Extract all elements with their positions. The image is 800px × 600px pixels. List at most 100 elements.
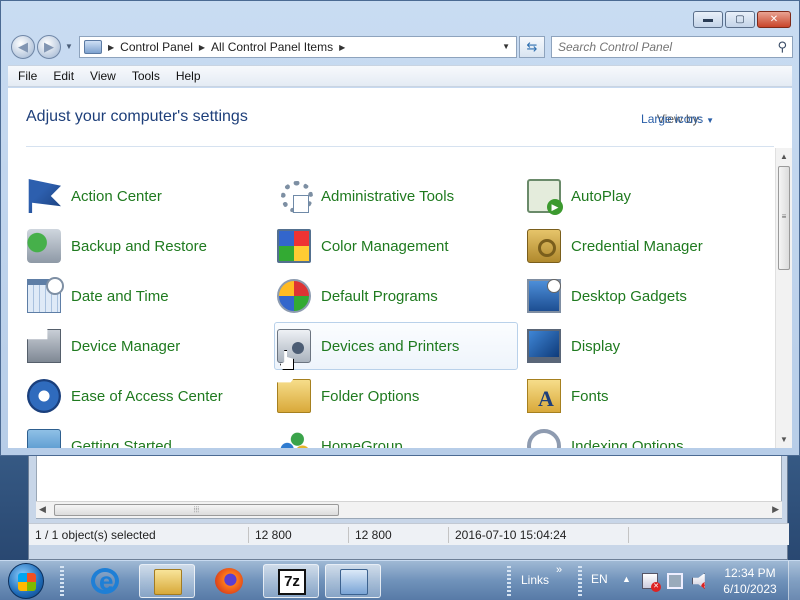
item-label[interactable]: Action Center xyxy=(71,188,162,205)
search-box[interactable]: ⚲ xyxy=(551,36,793,58)
forward-arrow-icon: ▶ xyxy=(44,39,54,54)
item-administrative-tools[interactable]: Administrative Tools xyxy=(274,172,518,220)
status-size: 12 800 xyxy=(249,526,349,543)
menu-view[interactable]: View xyxy=(82,69,124,83)
item-device-manager[interactable]: Device Manager xyxy=(24,322,268,370)
minimize-button[interactable]: ▬ xyxy=(693,11,723,28)
item-date-time[interactable]: Date and Time xyxy=(24,272,268,320)
maximize-button[interactable]: ▢ xyxy=(725,11,755,28)
breadcrumb-control-panel[interactable]: Control Panel xyxy=(120,40,193,54)
view-by-dropdown[interactable]: Large icons ▼ xyxy=(641,112,714,126)
recent-pages-dropdown-icon[interactable]: ▼ xyxy=(65,42,73,51)
close-button[interactable]: ✕ xyxy=(757,11,791,28)
scroll-down-icon[interactable]: ▼ xyxy=(780,435,788,444)
vertical-scroll-thumb[interactable]: ≡ xyxy=(778,166,790,270)
item-label[interactable]: AutoPlay xyxy=(571,188,631,205)
language-indicator[interactable]: EN xyxy=(591,572,608,586)
scroll-right-icon[interactable]: ▶ xyxy=(772,504,779,515)
indexing-options-icon xyxy=(527,429,561,448)
start-button[interactable] xyxy=(8,563,44,599)
breadcrumb-separator-icon[interactable]: ▶ xyxy=(339,43,345,52)
item-label[interactable]: Desktop Gadgets xyxy=(571,288,687,305)
item-label[interactable]: Devices and Printers xyxy=(321,338,459,355)
horizontal-scrollbar[interactable]: ◀ ⦙⦙⦙ ▶ xyxy=(36,501,782,518)
item-autoplay[interactable]: AutoPlay xyxy=(524,172,768,220)
date-time-icon xyxy=(27,277,64,313)
taskbar-firefox[interactable] xyxy=(201,564,257,598)
item-backup-restore[interactable]: Backup and Restore xyxy=(24,222,268,270)
item-label[interactable]: Indexing Options xyxy=(571,438,684,449)
item-folder-options[interactable]: Folder Options xyxy=(274,372,518,420)
refresh-button[interactable]: ⇆ xyxy=(519,36,545,58)
address-dropdown-icon[interactable]: ▼ xyxy=(502,42,510,51)
menu-help[interactable]: Help xyxy=(168,69,209,83)
default-programs-icon xyxy=(277,279,311,313)
system-clock[interactable]: 12:34 PM 6/10/2023 xyxy=(717,565,783,597)
search-input[interactable] xyxy=(552,37,762,57)
scroll-up-icon[interactable]: ▲ xyxy=(780,152,788,161)
item-getting-started[interactable]: Getting Started xyxy=(24,422,268,448)
item-ease-of-access[interactable]: Ease of Access Center xyxy=(24,372,268,420)
item-color-management[interactable]: Color Management xyxy=(274,222,518,270)
breadcrumb-separator-icon[interactable]: ▶ xyxy=(199,43,205,52)
item-label[interactable]: Device Manager xyxy=(71,338,180,355)
horizontal-scroll-thumb[interactable]: ⦙⦙⦙ xyxy=(54,504,339,516)
taskbar-grip[interactable] xyxy=(60,566,64,596)
taskbar-windows-explorer[interactable] xyxy=(139,564,195,598)
view-by-value[interactable]: Large icons xyxy=(641,112,703,126)
item-label[interactable]: Credential Manager xyxy=(571,238,703,255)
item-label[interactable]: Color Management xyxy=(321,238,449,255)
links-toolbar[interactable]: Links xyxy=(521,573,549,587)
status-bar: 1 / 1 object(s) selected 12 800 12 800 2… xyxy=(29,523,789,545)
item-indexing-options[interactable]: Indexing Options xyxy=(524,422,768,448)
item-homegroup[interactable]: HomeGroup xyxy=(274,422,518,448)
search-icon[interactable]: ⚲ xyxy=(777,39,787,55)
item-label[interactable]: Backup and Restore xyxy=(71,238,207,255)
item-label[interactable]: Default Programs xyxy=(321,288,438,305)
refresh-icon: ⇆ xyxy=(526,39,538,54)
item-fonts[interactable]: Fonts xyxy=(524,372,768,420)
chevron-icon[interactable]: » xyxy=(556,564,562,576)
breadcrumb-separator-icon[interactable]: ▶ xyxy=(108,43,114,52)
address-bar[interactable]: ▶ Control Panel ▶ All Control Panel Item… xyxy=(79,36,517,58)
item-display[interactable]: Display xyxy=(524,322,768,370)
control-panel-icon xyxy=(84,40,102,54)
item-label[interactable]: Folder Options xyxy=(321,388,419,405)
item-action-center[interactable]: Action Center xyxy=(24,172,268,220)
toolbar-grip[interactable] xyxy=(578,566,582,596)
show-desktop-button[interactable] xyxy=(788,561,800,600)
taskbar-internet-explorer[interactable] xyxy=(77,564,133,598)
vertical-scrollbar[interactable]: ▲ ≡ ▼ xyxy=(775,148,792,448)
chevron-down-icon[interactable]: ▼ xyxy=(706,116,714,125)
back-button[interactable]: ◀ xyxy=(11,35,35,59)
show-hidden-icons-icon[interactable]: ▲ xyxy=(622,574,631,584)
menu-bar: File Edit View Tools Help xyxy=(8,65,792,87)
item-label[interactable]: Administrative Tools xyxy=(321,188,454,205)
toolbar-grip[interactable] xyxy=(507,566,511,596)
breadcrumb-all-items[interactable]: All Control Panel Items xyxy=(211,40,333,54)
taskbar-control-panel[interactable] xyxy=(325,564,381,598)
windows-explorer-icon xyxy=(154,569,182,595)
forward-button[interactable]: ▶ xyxy=(37,35,61,59)
item-label[interactable]: Display xyxy=(571,338,620,355)
menu-tools[interactable]: Tools xyxy=(124,69,168,83)
scroll-left-icon[interactable]: ◀ xyxy=(39,504,46,515)
menu-file[interactable]: File xyxy=(8,69,45,83)
action-center-tray-icon[interactable] xyxy=(642,573,661,592)
item-default-programs[interactable]: Default Programs xyxy=(274,272,518,320)
taskbar-7zip[interactable]: 7z xyxy=(263,564,319,598)
window-controls: ▬ ▢ ✕ xyxy=(693,11,791,28)
item-credential-manager[interactable]: Credential Manager xyxy=(524,222,768,270)
volume-muted-icon[interactable] xyxy=(692,573,705,589)
item-label[interactable]: Fonts xyxy=(571,388,609,405)
item-label[interactable]: HomeGroup xyxy=(321,438,403,449)
item-label[interactable]: Ease of Access Center xyxy=(71,388,223,405)
background-window[interactable]: ◀ ⦙⦙⦙ ▶ 1 / 1 object(s) selected 12 800 … xyxy=(28,440,789,560)
action-center-flag-icon xyxy=(28,179,61,213)
item-desktop-gadgets[interactable]: Desktop Gadgets xyxy=(524,272,768,320)
item-label[interactable]: Date and Time xyxy=(71,288,169,305)
item-devices-printers[interactable]: Devices and Printers xyxy=(274,322,518,370)
item-label[interactable]: Getting Started xyxy=(71,438,172,449)
network-tray-icon[interactable] xyxy=(667,573,683,589)
menu-edit[interactable]: Edit xyxy=(45,69,82,83)
